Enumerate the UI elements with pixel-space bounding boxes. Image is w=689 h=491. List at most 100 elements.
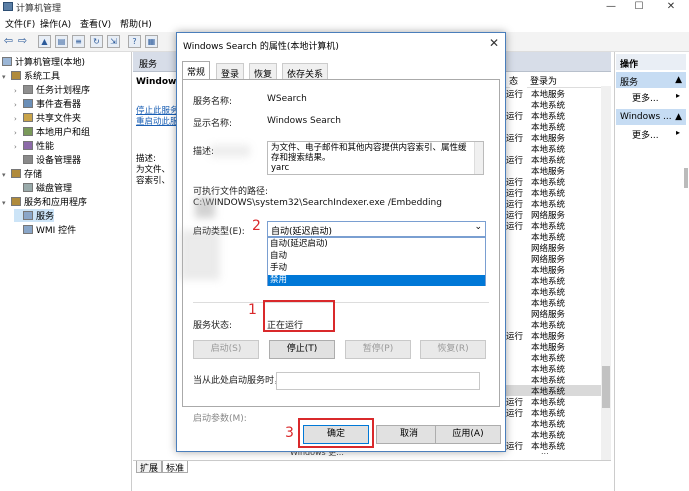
apply-button[interactable]: 应用(A) [435, 425, 501, 444]
tree-item-shared-folders[interactable]: › 共享文件夹 [14, 111, 81, 124]
col-login-header[interactable]: 登录为 [527, 74, 601, 88]
expand-right-icon[interactable]: › [14, 115, 23, 123]
expand-right-icon[interactable]: › [14, 87, 23, 95]
row-login[interactable]: 本地系统 [531, 396, 565, 408]
row-login[interactable]: 本地系统 [531, 176, 565, 188]
expand-down-icon[interactable]: ▾ [2, 171, 11, 179]
row-login[interactable]: 本地服务 [531, 88, 565, 100]
description-scrollbar[interactable] [474, 142, 483, 174]
back-arrow-icon[interactable]: ⇦ [2, 35, 15, 48]
tree-item-services[interactable]: 服务 [14, 209, 55, 222]
expand-down-icon[interactable]: ▾ [2, 73, 11, 81]
row-login[interactable]: 本地系统 [531, 99, 565, 111]
list-icon[interactable]: ≡ [72, 35, 85, 48]
tab-standard[interactable]: 标准 [162, 461, 189, 474]
menu-view[interactable]: 查看(V) [80, 17, 111, 30]
start-params-input[interactable] [276, 372, 480, 390]
row-login[interactable]: 网络服务 [531, 209, 565, 221]
row-login[interactable]: 本地系统 [531, 297, 565, 309]
minimize-button[interactable]: — [596, 0, 626, 14]
row-login[interactable]: 本地系统 [531, 352, 565, 364]
actions-more-2[interactable]: 更多... [632, 128, 659, 141]
row-login[interactable]: 本地服务 [531, 330, 565, 342]
expand-down-icon[interactable]: ▾ [2, 199, 11, 207]
row-login[interactable]: 本地系统 [531, 220, 565, 232]
description-box[interactable]: 为文件、电子邮件和其他内容提供内容索引、属性缓存和搜索结果。 yarc [267, 141, 484, 175]
cancel-button[interactable]: 取消 [376, 425, 442, 444]
row-login[interactable]: 本地系统 [531, 429, 565, 441]
help-icon[interactable]: ? [128, 35, 141, 48]
row-login[interactable]: 本地系统 [531, 154, 565, 166]
startup-type-select[interactable]: 自动(延迟启动) ⌄ [267, 221, 486, 237]
row-login[interactable]: 本地服务 [531, 264, 565, 276]
tree-item-device-manager[interactable]: 设备管理器 [14, 153, 81, 166]
tree-item-task-scheduler[interactable]: › 任务计划程序 [14, 83, 90, 96]
start-button[interactable]: 启动(S) [193, 340, 259, 359]
console-tree-icon[interactable]: ▤ [55, 35, 68, 48]
forward-arrow-icon[interactable]: ⇨ [16, 35, 29, 48]
option-auto-delayed[interactable]: 自动(延迟启动) [268, 239, 485, 250]
tree-item-local-users-groups[interactable]: › 本地用户和组 [14, 125, 90, 138]
row-login[interactable]: 本地系统 [531, 187, 565, 199]
menu-help[interactable]: 帮助(H) [120, 17, 152, 30]
row-login[interactable]: 本地系统 [531, 319, 565, 331]
row-login[interactable]: 本地系统 [531, 231, 565, 243]
row-login[interactable]: 本地服务 [531, 132, 565, 144]
tree-item-storage[interactable]: ▾ 存储 [2, 167, 42, 180]
row-login[interactable]: 本地系统 [531, 385, 565, 397]
expand-right-icon[interactable]: › [14, 143, 23, 151]
actions-group-services[interactable]: 服务 ▲ [616, 72, 686, 88]
tree-item-wmi-control[interactable]: WMI 控件 [14, 223, 76, 236]
maximize-button[interactable]: ☐ [624, 0, 654, 14]
row-login[interactable]: 本地系统 [531, 363, 565, 375]
row-login[interactable]: 本地系统 [531, 374, 565, 386]
collapse-up-icon[interactable]: ▲ [675, 75, 682, 85]
expand-right-icon[interactable]: › [14, 129, 23, 137]
tab-general[interactable]: 常规 [182, 61, 211, 80]
properties-icon[interactable]: ▦ [145, 35, 158, 48]
collapse-up-icon-2[interactable]: ▲ [675, 112, 682, 122]
row-login[interactable]: 本地系统 [531, 110, 565, 122]
row-login[interactable]: 本地系统 [531, 121, 565, 133]
close-button[interactable]: ✕ [656, 0, 686, 14]
row-login[interactable]: 本地系统 [531, 198, 565, 210]
stop-button[interactable]: 停止(T) [269, 340, 335, 359]
tab-dependencies[interactable]: 依存关系 [282, 63, 329, 80]
export-icon[interactable]: ⇲ [107, 35, 120, 48]
dialog-close-icon[interactable]: ✕ [489, 36, 499, 50]
option-manual[interactable]: 手动 [268, 263, 485, 274]
row-login[interactable]: 本地系统 [531, 407, 565, 419]
actions-group-windows[interactable]: Windows ... ▲ [616, 109, 686, 125]
tab-recovery[interactable]: 恢复 [249, 63, 278, 80]
option-disabled[interactable]: 禁用 [268, 275, 485, 286]
col-status-header[interactable]: 态 [506, 74, 518, 88]
pause-button[interactable]: 暂停(P) [345, 340, 411, 359]
tab-logon[interactable]: 登录 [216, 63, 245, 80]
folder-up-icon[interactable]: ▲ [38, 35, 51, 48]
menu-file[interactable]: 文件(F) [5, 17, 35, 30]
row-login[interactable]: 本地服务 [531, 341, 565, 353]
option-auto[interactable]: 自动 [268, 251, 485, 262]
actions-scrollbar[interactable] [684, 168, 688, 188]
refresh-icon[interactable]: ↻ [90, 35, 103, 48]
tab-extended[interactable]: 扩展 [136, 461, 163, 474]
tree-item-services-and-apps[interactable]: ▾ 服务和应用程序 [2, 195, 87, 208]
tree-item-system-tools[interactable]: ▾ 系统工具 [2, 69, 60, 82]
row-login[interactable]: 网络服务 [531, 308, 565, 320]
row-login[interactable]: 网络服务 [531, 253, 565, 265]
tree-root[interactable]: 计算机管理(本地) [2, 55, 85, 68]
row-login[interactable]: 本地服务 [531, 165, 565, 177]
actions-more-1[interactable]: 更多... [632, 91, 659, 104]
resume-button[interactable]: 恢复(R) [420, 340, 486, 359]
row-login[interactable]: 网络服务 [531, 242, 565, 254]
row-login[interactable]: 本地系统 [531, 143, 565, 155]
row-login[interactable]: 本地系统 [531, 418, 565, 430]
row-login[interactable]: 本地系统 [531, 286, 565, 298]
tree-item-event-viewer[interactable]: › 事件查看器 [14, 97, 81, 110]
tree-item-performance[interactable]: › 性能 [14, 139, 54, 152]
row-login[interactable]: 本地系统 [531, 275, 565, 287]
expand-right-icon[interactable]: › [14, 101, 23, 109]
services-scroll-thumb[interactable] [602, 366, 610, 408]
menu-action[interactable]: 操作(A) [40, 17, 71, 30]
tree-item-disk-management[interactable]: 磁盘管理 [14, 181, 72, 194]
